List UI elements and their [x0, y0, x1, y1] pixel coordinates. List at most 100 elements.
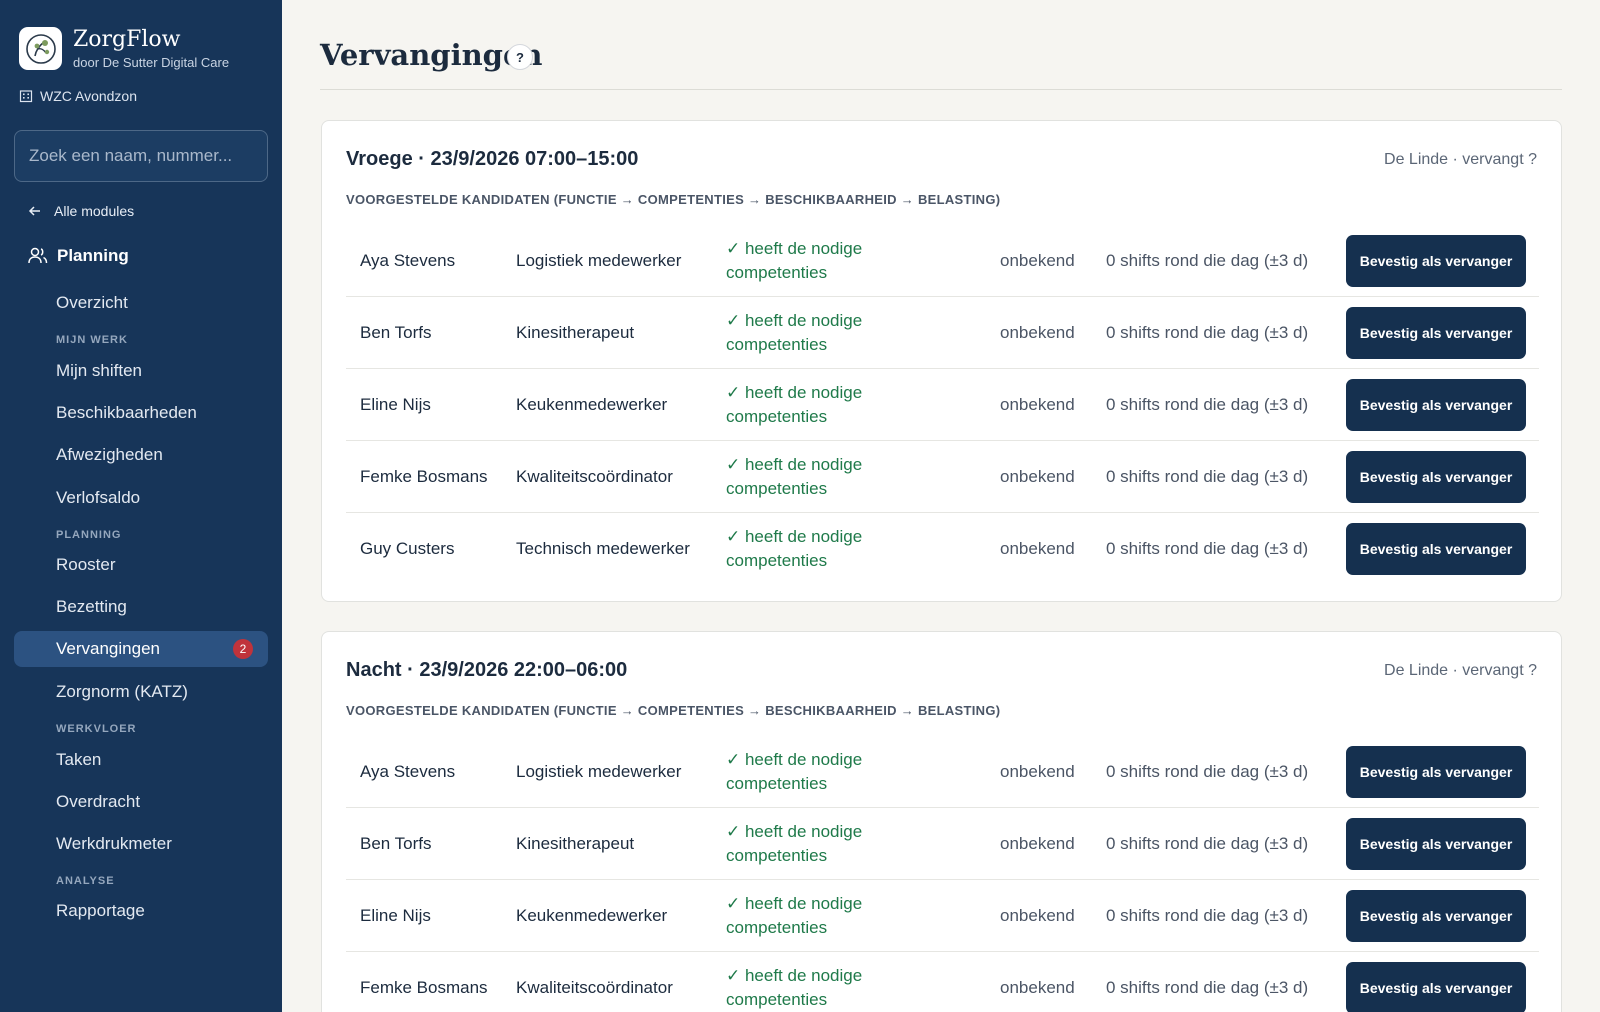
- app-subtitle: door De Sutter Digital Care: [73, 55, 230, 70]
- sidebar-item-afwezigheden[interactable]: Afwezigheden: [14, 437, 268, 473]
- candidate-competence: ✓ heeft de nodige competenties: [726, 311, 863, 354]
- candidate-name: Femke Bosmans: [360, 467, 488, 486]
- candidate-name: Aya Stevens: [360, 251, 456, 270]
- candidate-load: 0 shifts rond die dag (±3 d): [1106, 834, 1309, 853]
- sidebar-item-label: Werkdrukmeter: [56, 834, 172, 853]
- sidebar-item-rooster[interactable]: Rooster: [14, 547, 268, 583]
- module-title-label: Planning: [57, 246, 129, 265]
- shift-title: Vroege · 23/9/2026 07:00–15:00: [346, 148, 639, 170]
- confirm-replacement-button[interactable]: Bevestig als vervanger: [1346, 818, 1526, 870]
- divider: [320, 89, 1562, 90]
- building-icon: [19, 90, 33, 103]
- sidebar-item-rapportage[interactable]: Rapportage: [14, 893, 268, 929]
- sidebar-item-label: Rooster: [56, 555, 116, 574]
- candidates-heading: VOORGESTELDE KANDIDATEN (FUNCTIE → COMPE…: [346, 703, 1001, 718]
- candidate-availability: onbekend: [1000, 539, 1075, 558]
- candidate-function: Kwaliteitscoördinator: [516, 978, 673, 997]
- candidate-row: Eline Nijs Keukenmedewerker ✓ heeft de n…: [346, 880, 1539, 952]
- candidate-competence: ✓ heeft de nodige competenties: [726, 239, 863, 282]
- sidebar-item-label: Overdracht: [56, 792, 141, 811]
- shift-title: Nacht · 23/9/2026 22:00–06:00: [346, 659, 628, 681]
- facility-name: WZC Avondzon: [40, 88, 138, 104]
- candidate-name: Ben Torfs: [360, 323, 432, 342]
- sidebar: ZorgFlow door De Sutter Digital Care WZC…: [0, 0, 282, 1012]
- sidebar-item-label: Taken: [56, 750, 102, 769]
- candidate-function: Kinesitherapeut: [516, 834, 635, 853]
- sidebar-item-overzicht[interactable]: Overzicht: [14, 285, 268, 321]
- section-mijn-werk: MIJN WERK: [56, 334, 128, 346]
- confirm-replacement-button[interactable]: Bevestig als vervanger: [1346, 746, 1526, 798]
- candidate-load: 0 shifts rond die dag (±3 d): [1106, 251, 1309, 270]
- section-werkvloer: WERKVLOER: [56, 723, 137, 735]
- sidebar-item-bezetting[interactable]: Bezetting: [14, 589, 268, 625]
- sidebar-item-label: Verlofsaldo: [56, 488, 141, 507]
- candidate-name: Eline Nijs: [360, 906, 431, 925]
- search-input[interactable]: [14, 130, 268, 182]
- candidate-name: Ben Torfs: [360, 834, 432, 853]
- candidate-load: 0 shifts rond die dag (±3 d): [1106, 906, 1309, 925]
- shift-meta: De Linde · vervangt ?: [1384, 662, 1537, 679]
- candidate-name: Aya Stevens: [360, 762, 456, 781]
- confirm-replacement-button[interactable]: Bevestig als vervanger: [1346, 379, 1526, 431]
- candidate-availability: onbekend: [1000, 323, 1075, 342]
- candidate-function: Logistiek medewerker: [516, 762, 682, 781]
- candidate-function: Logistiek medewerker: [516, 251, 682, 270]
- confirm-replacement-button[interactable]: Bevestig als vervanger: [1346, 307, 1526, 359]
- sidebar-item-verlofsaldo[interactable]: Verlofsaldo: [14, 480, 268, 516]
- candidate-availability: onbekend: [1000, 251, 1075, 270]
- candidates-heading: VOORGESTELDE KANDIDATEN (FUNCTIE → COMPE…: [346, 192, 1001, 207]
- candidate-row: Eline Nijs Keukenmedewerker ✓ heeft de n…: [346, 369, 1539, 441]
- sidebar-item-label: Rapportage: [56, 901, 145, 920]
- users-icon: [28, 247, 48, 264]
- sidebar-item-label: Beschikbaarheden: [56, 403, 197, 422]
- candidate-availability: onbekend: [1000, 762, 1075, 781]
- sidebar-item-label: Vervangingen: [56, 639, 160, 658]
- candidate-list: Aya Stevens Logistiek medewerker ✓ heeft…: [346, 736, 1539, 1012]
- shift-meta: De Linde · vervangt ?: [1384, 151, 1537, 168]
- candidate-row: Aya Stevens Logistiek medewerker ✓ heeft…: [346, 736, 1539, 808]
- confirm-replacement-button[interactable]: Bevestig als vervanger: [1346, 523, 1526, 575]
- all-modules-link[interactable]: Alle modules: [28, 203, 134, 219]
- candidate-competence: ✓ heeft de nodige competenties: [726, 383, 863, 426]
- sidebar-item-label: Overzicht: [56, 293, 128, 312]
- candidate-row: Aya Stevens Logistiek medewerker ✓ heeft…: [346, 225, 1539, 297]
- candidate-availability: onbekend: [1000, 467, 1075, 486]
- sidebar-item-label: Bezetting: [56, 597, 127, 616]
- sidebar-item-taken[interactable]: Taken: [14, 742, 268, 778]
- candidate-competence: ✓ heeft de nodige competenties: [726, 527, 863, 570]
- candidate-name: Femke Bosmans: [360, 978, 488, 997]
- candidate-competence: ✓ heeft de nodige competenties: [726, 822, 863, 865]
- candidate-availability: onbekend: [1000, 834, 1075, 853]
- facility-selector[interactable]: WZC Avondzon: [19, 88, 137, 104]
- tree-logo-icon: [19, 27, 62, 70]
- candidate-load: 0 shifts rond die dag (±3 d): [1106, 978, 1309, 997]
- notification-badge: 2: [233, 639, 253, 659]
- candidate-load: 0 shifts rond die dag (±3 d): [1106, 323, 1309, 342]
- candidate-load: 0 shifts rond die dag (±3 d): [1106, 539, 1309, 558]
- candidate-availability: onbekend: [1000, 906, 1075, 925]
- shift-card: Nacht · 23/9/2026 22:00–06:00 De Linde ·…: [321, 631, 1562, 1012]
- candidate-load: 0 shifts rond die dag (±3 d): [1106, 762, 1309, 781]
- sidebar-item-vervangingen[interactable]: Vervangingen 2: [14, 631, 268, 667]
- candidate-load: 0 shifts rond die dag (±3 d): [1106, 395, 1309, 414]
- confirm-replacement-button[interactable]: Bevestig als vervanger: [1346, 451, 1526, 503]
- section-analyse: ANALYSE: [56, 875, 115, 887]
- sidebar-item-label: Afwezigheden: [56, 445, 163, 464]
- sidebar-item-zorgnorm[interactable]: Zorgnorm (KATZ): [14, 674, 268, 710]
- candidate-row: Guy Custers Technisch medewerker ✓ heeft…: [346, 513, 1539, 585]
- candidate-row: Femke Bosmans Kwaliteitscoördinator ✓ he…: [346, 952, 1539, 1012]
- sidebar-item-mijn-shiften[interactable]: Mijn shiften: [14, 353, 268, 389]
- sidebar-item-beschikbaarheden[interactable]: Beschikbaarheden: [14, 395, 268, 431]
- candidate-function: Kwaliteitscoördinator: [516, 467, 673, 486]
- candidate-list: Aya Stevens Logistiek medewerker ✓ heeft…: [346, 225, 1539, 585]
- module-title-planning[interactable]: Planning: [28, 246, 129, 266]
- confirm-replacement-button[interactable]: Bevestig als vervanger: [1346, 235, 1526, 287]
- brand[interactable]: ZorgFlow door De Sutter Digital Care: [19, 27, 229, 70]
- candidate-function: Keukenmedewerker: [516, 906, 668, 925]
- confirm-replacement-button[interactable]: Bevestig als vervanger: [1346, 890, 1526, 942]
- help-button[interactable]: ?: [507, 44, 533, 70]
- confirm-replacement-button[interactable]: Bevestig als vervanger: [1346, 962, 1526, 1012]
- sidebar-item-werkdrukmeter[interactable]: Werkdrukmeter: [14, 826, 268, 862]
- sidebar-item-label: Mijn shiften: [56, 361, 142, 380]
- sidebar-item-overdracht[interactable]: Overdracht: [14, 784, 268, 820]
